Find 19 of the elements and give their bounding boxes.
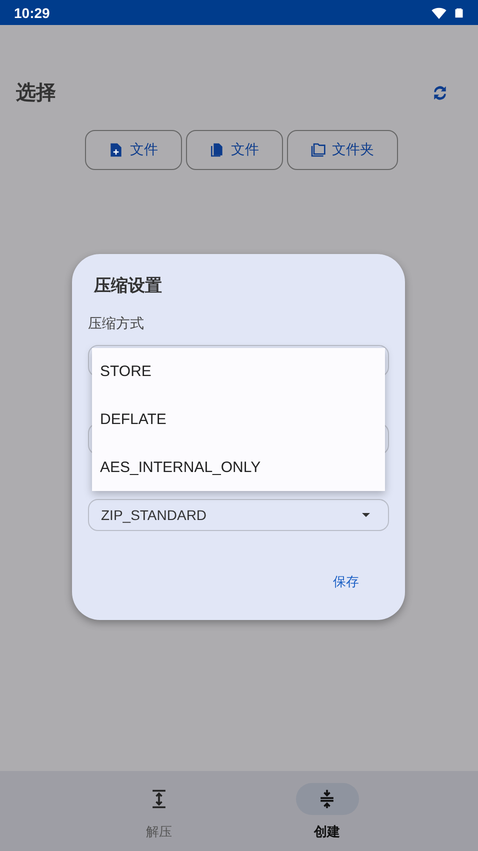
nav-label: 解压 [146,824,172,841]
field-value: ZIP_STANDARD [101,507,207,523]
menu-item[interactable]: STORE [92,363,385,380]
dialog-title: 压缩设置 [92,275,163,297]
menu-item[interactable]: AES_INTERNAL_ONLY [92,458,385,476]
field-label: 压缩方式 [88,315,145,333]
clock-time: 10:29 [14,4,50,20]
pick-button[interactable]: 文件 [84,130,182,170]
pick-button[interactable]: 文件 [186,130,282,170]
pick-button[interactable]: 文件夹 [286,130,398,170]
document-plus-icon [108,142,124,158]
nav-tab[interactable]: 创建 [287,771,367,851]
nav-label: 创建 [314,824,340,841]
save-button[interactable]: 保存 [329,569,363,595]
documents-icon [209,142,225,158]
folders-icon [310,142,326,158]
page-title: 选择 [16,79,56,106]
dropdown-field[interactable]: ZIP_STANDARD [88,499,389,531]
menu-item[interactable]: DEFLATE [92,410,385,428]
